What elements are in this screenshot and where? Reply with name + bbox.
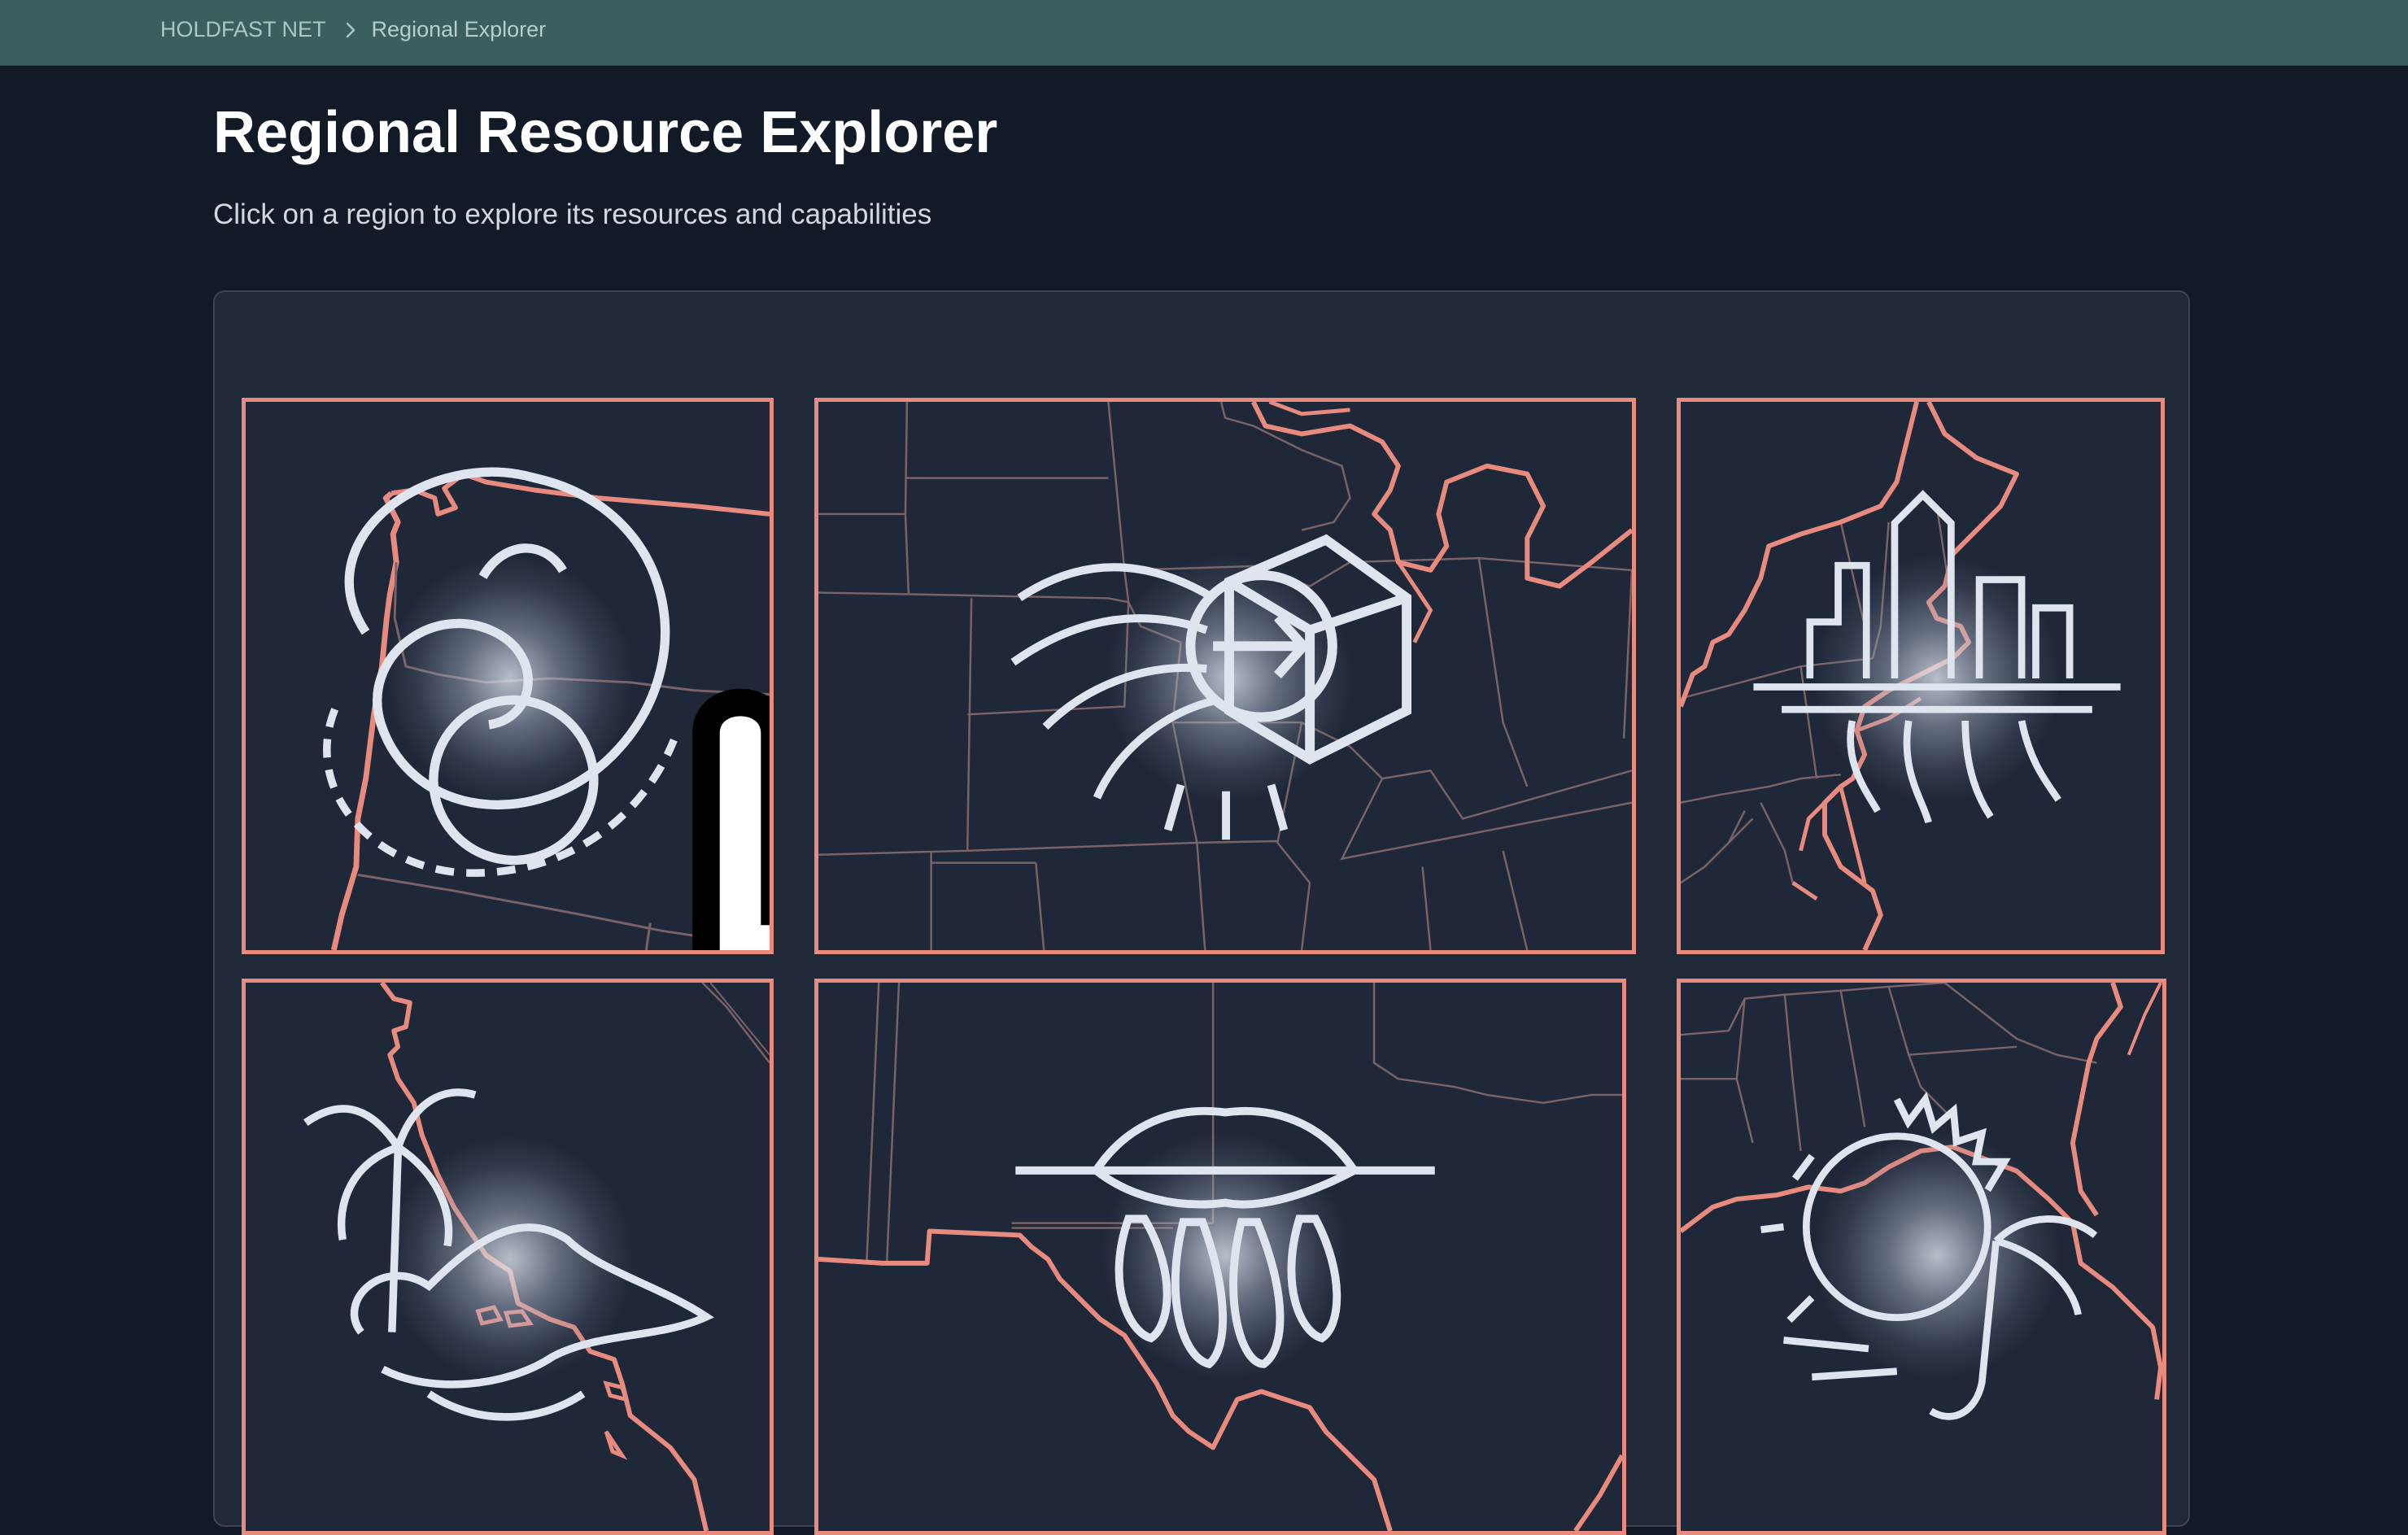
region-card-california[interactable]: [242, 979, 774, 1535]
sun-palm-icon: [1760, 1091, 2098, 1420]
breadcrumb-current: Regional Explorer: [371, 17, 547, 41]
top-navigation-bar: HOLDFAST NET Regional Explorer: [0, 0, 2408, 66]
region-card-midwest[interactable]: [814, 398, 1636, 954]
mouse-pointer-icon: [692, 688, 770, 950]
feathered-package-icon: [1010, 534, 1412, 840]
palm-island-icon: [303, 1088, 714, 1421]
oil-seed-icon: [1015, 1106, 1435, 1369]
region-card-southeast[interactable]: [1677, 979, 2166, 1535]
page-title: Regional Resource Explorer: [213, 100, 998, 165]
city-skyline-icon: [1753, 490, 2121, 824]
page-subtitle: Click on a region to explore its resourc…: [213, 198, 932, 230]
breadcrumb: HOLDFAST NET Regional Explorer: [160, 17, 546, 42]
regions-map-panel: [213, 290, 2190, 1535]
region-card-southwest[interactable]: [814, 979, 1626, 1535]
breadcrumb-home-link[interactable]: HOLDFAST NET: [160, 17, 326, 42]
chevron-right-icon: [344, 21, 357, 39]
region-card-pacific-northwest[interactable]: [242, 398, 774, 954]
region-card-northeast[interactable]: [1677, 398, 2165, 954]
